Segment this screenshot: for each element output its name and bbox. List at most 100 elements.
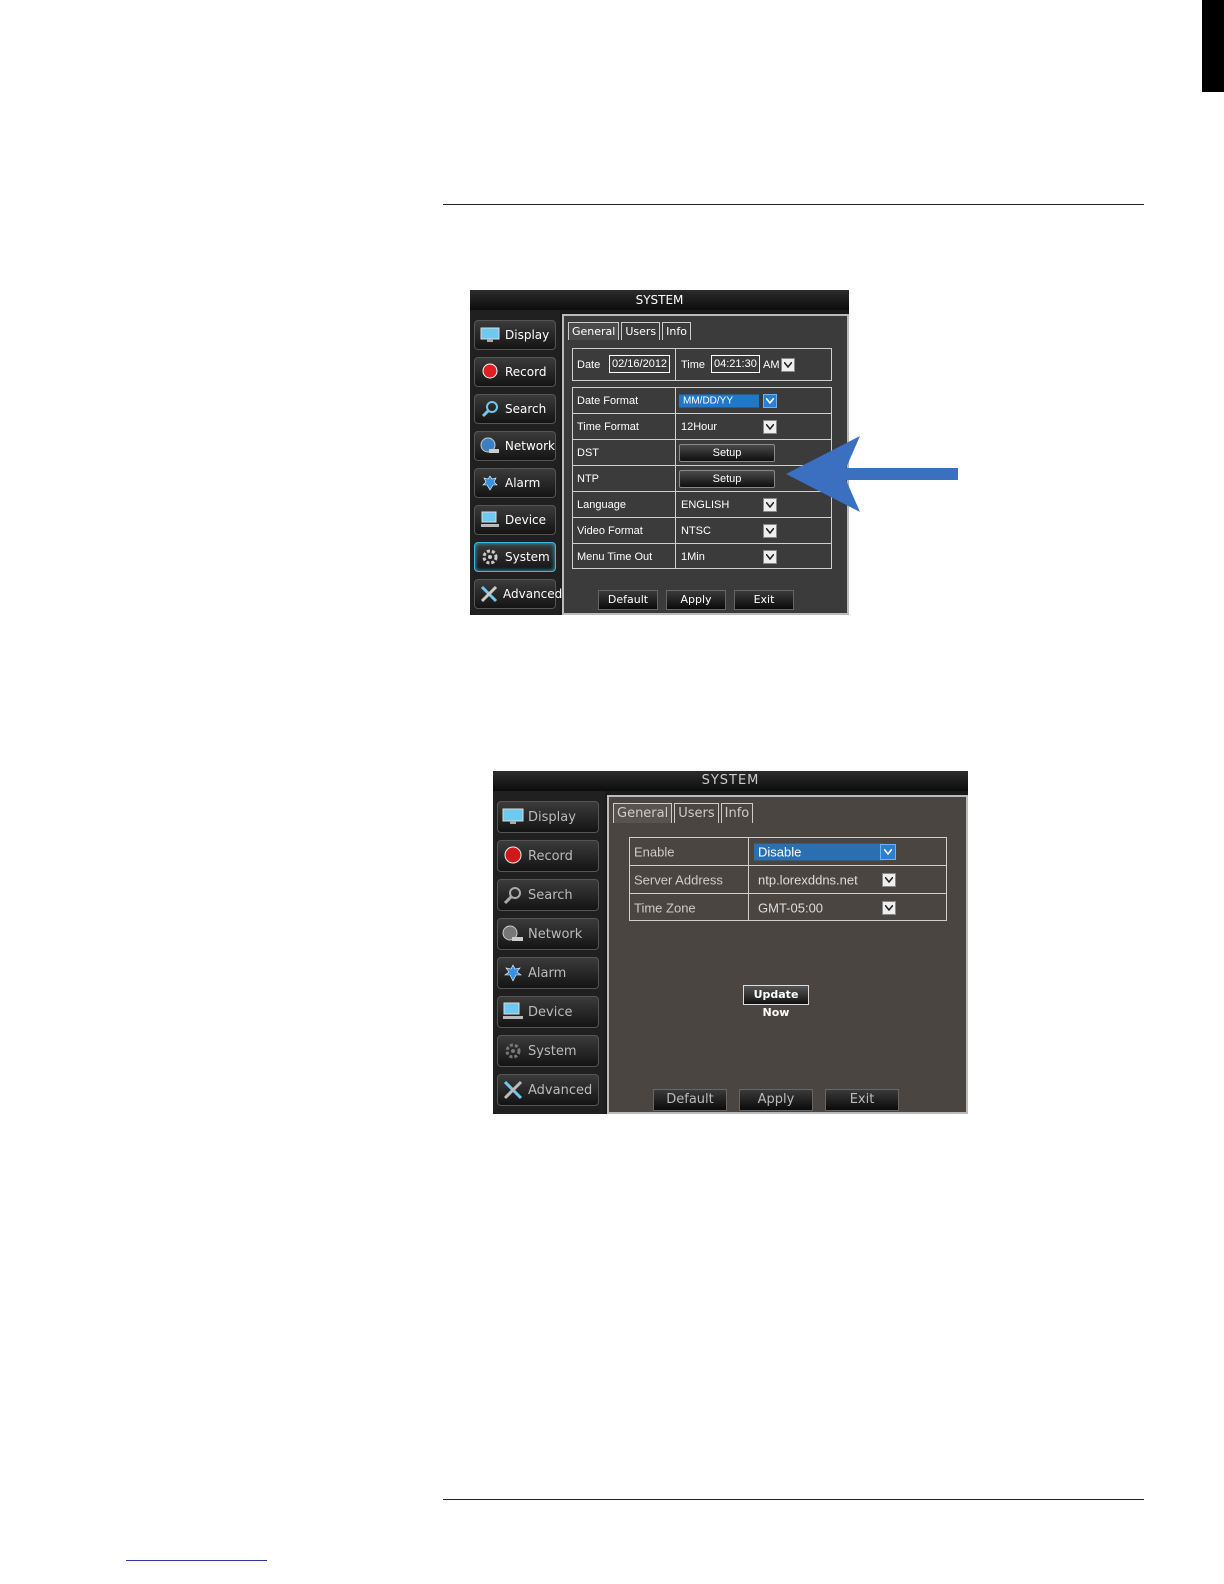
gear-icon (479, 548, 501, 566)
language-dropdown[interactable] (763, 497, 777, 512)
date-label: Date (577, 358, 601, 371)
server-address-value[interactable]: ntp.lorexddns.net (758, 872, 858, 887)
chevron-down-icon (885, 905, 893, 911)
time-zone-dropdown[interactable] (882, 901, 896, 915)
sidebar-label: Advanced (503, 587, 563, 601)
tools-icon (479, 585, 499, 603)
sidebar-item-alarm[interactable]: Alarm (497, 957, 599, 989)
sidebar-label: Alarm (505, 476, 541, 490)
time-format-value[interactable]: 12Hour (681, 421, 717, 433)
page-edge-tab (1202, 0, 1224, 92)
sidebar-label: Search (528, 887, 573, 903)
tab-general[interactable]: General (568, 322, 620, 340)
server-address-dropdown[interactable] (882, 872, 896, 887)
divider (675, 349, 676, 380)
tab-users[interactable]: Users (621, 322, 661, 340)
time-format-dropdown[interactable] (763, 419, 777, 434)
tab-info[interactable]: Info (662, 322, 691, 340)
sidebar-item-advanced[interactable]: Advanced (497, 1074, 599, 1106)
table-row: Date Format MM/DD/YY (573, 388, 831, 414)
ampm-dropdown[interactable] (781, 357, 795, 372)
tab-bar: General Users Info (568, 322, 693, 340)
chevron-down-icon (766, 527, 774, 534)
tab-users[interactable]: Users (674, 803, 719, 823)
dvr-window-ntp: SYSTEM Display Record Search Network Ala… (493, 771, 968, 1114)
tab-general[interactable]: General (613, 803, 673, 823)
update-now-button[interactable]: Update Now (743, 985, 809, 1019)
sidebar: Display Record Search Network Alarm Devi… (493, 791, 605, 1114)
globe-icon (479, 437, 501, 455)
sidebar-item-search[interactable]: Search (474, 394, 556, 424)
row-label: Enable (634, 844, 675, 859)
alarm-icon (479, 474, 501, 492)
sidebar-label: Display (505, 328, 550, 342)
time-field[interactable]: 04:21:30 (711, 355, 760, 373)
sidebar-item-advanced[interactable]: Advanced (474, 579, 562, 609)
sidebar-label: System (528, 1043, 577, 1059)
row-label: Server Address (634, 872, 723, 887)
date-format-dropdown[interactable] (763, 393, 777, 408)
sidebar-item-device[interactable]: Device (497, 996, 599, 1028)
sidebar-label: Device (505, 513, 547, 527)
row-label: Date Format (577, 394, 639, 407)
chevron-down-icon (885, 876, 893, 883)
table-row: Enable Disable (630, 838, 946, 866)
sidebar-label: Alarm (528, 965, 567, 981)
device-icon (502, 1002, 524, 1021)
sidebar-item-network[interactable]: Network (497, 918, 599, 950)
footer-rule (443, 1499, 1144, 1500)
ntp-setup-button[interactable]: Setup (679, 469, 775, 488)
exit-button[interactable]: Exit (734, 590, 794, 610)
footer-link-underline (126, 1560, 267, 1561)
enable-value[interactable]: Disable (754, 843, 884, 860)
date-field[interactable]: 02/16/2012 (609, 355, 671, 373)
sidebar-item-network[interactable]: Network (474, 431, 556, 461)
row-label: Video Format (577, 524, 643, 537)
tab-info[interactable]: Info (720, 803, 754, 823)
chevron-down-icon (766, 423, 774, 430)
sidebar-item-display[interactable]: Display (474, 320, 556, 350)
chevron-down-icon (884, 848, 892, 855)
sidebar-item-system[interactable]: System (474, 542, 556, 572)
table-row: Server Address ntp.lorexddns.net (630, 866, 946, 894)
exit-button[interactable]: Exit (825, 1089, 899, 1111)
video-format-dropdown[interactable] (763, 523, 777, 538)
default-button[interactable]: Default (598, 590, 658, 610)
monitor-icon (502, 808, 524, 826)
menu-timeout-dropdown[interactable] (763, 550, 777, 564)
sidebar-label: Record (528, 848, 573, 864)
language-value[interactable]: ENGLISH (681, 499, 729, 511)
sidebar-item-device[interactable]: Device (474, 505, 556, 535)
chevron-down-icon (766, 501, 774, 508)
menu-timeout-value[interactable]: 1Min (681, 551, 705, 563)
default-button[interactable]: Default (653, 1089, 727, 1111)
date-format-value[interactable]: MM/DD/YY (679, 394, 759, 407)
apply-button[interactable]: Apply (739, 1089, 813, 1111)
globe-icon (502, 925, 524, 943)
sidebar-label: Record (505, 365, 547, 379)
content-panel: General Users Info Enable Disable Server… (607, 795, 968, 1114)
ntp-settings-table: Enable Disable Server Address ntp.lorexd… (629, 837, 947, 921)
record-icon (479, 363, 501, 381)
sidebar-item-record[interactable]: Record (497, 840, 599, 872)
tools-icon (502, 1080, 524, 1100)
row-label: Time Zone (634, 900, 696, 916)
time-label: Time (681, 358, 706, 371)
row-label: Time Format (577, 420, 639, 433)
sidebar-item-record[interactable]: Record (474, 357, 556, 387)
apply-button[interactable]: Apply (666, 590, 726, 610)
sidebar-item-search[interactable]: Search (497, 879, 599, 911)
sidebar: Display Record Search Network Alarm Devi… (470, 310, 562, 615)
sidebar-label: Network (504, 439, 555, 453)
dst-setup-button[interactable]: Setup (679, 443, 775, 462)
sidebar-item-display[interactable]: Display (497, 801, 599, 833)
time-zone-value[interactable]: GMT-05:00 (758, 901, 823, 916)
sidebar-item-system[interactable]: System (497, 1035, 599, 1067)
window-title: SYSTEM (470, 290, 849, 310)
video-format-value[interactable]: NTSC (681, 525, 711, 537)
sidebar-item-alarm[interactable]: Alarm (474, 468, 556, 498)
row-label: NTP (577, 472, 599, 485)
table-row: Video Format NTSC (573, 518, 831, 544)
search-icon (479, 400, 501, 418)
enable-dropdown[interactable] (880, 843, 896, 860)
